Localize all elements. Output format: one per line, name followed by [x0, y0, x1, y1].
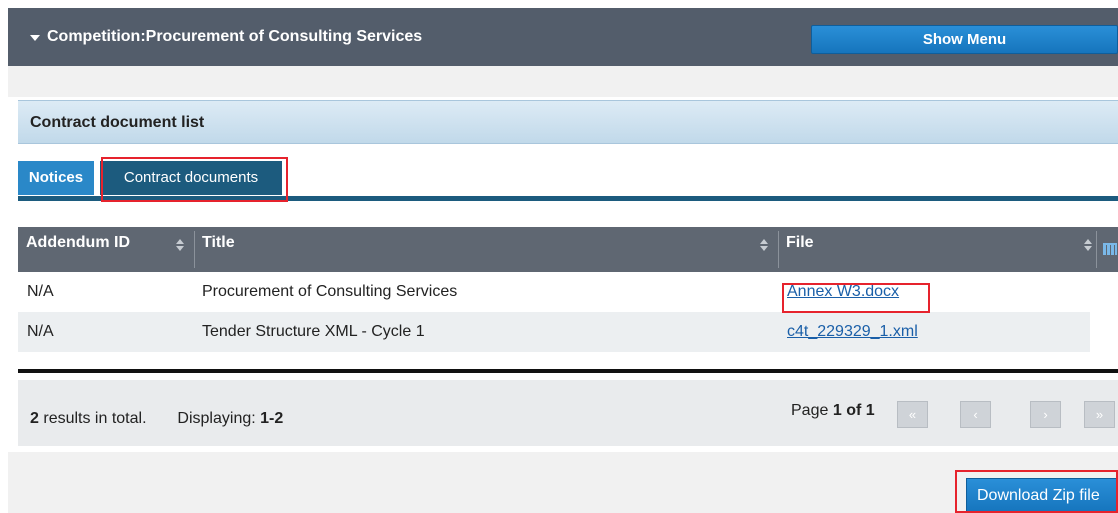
page-current: 1 [832, 402, 842, 419]
section-header: Contract document list [18, 100, 1118, 144]
page-label: Page [791, 402, 829, 419]
last-page-button[interactable]: » [1084, 401, 1115, 428]
column-header-label: File [786, 234, 814, 251]
table-footer-divider [18, 369, 1118, 373]
column-header-title[interactable]: Title [194, 227, 778, 272]
table-header: Addendum ID Title File [18, 227, 1118, 272]
results-summary: 2 results in total. Displaying: 1-2 [30, 410, 283, 428]
caret-down-icon [30, 35, 40, 41]
competition-title: Competition:Procurement of Consulting Se… [47, 28, 423, 45]
column-divider [1096, 231, 1097, 268]
displaying-label: Displaying: [177, 410, 256, 427]
sort-icon[interactable] [760, 239, 768, 251]
cell-addendum-id: N/A [27, 283, 54, 300]
displaying-range: 1-2 [260, 410, 284, 427]
column-header-addendum-id[interactable]: Addendum ID [18, 227, 194, 272]
show-menu-button[interactable]: Show Menu [811, 25, 1118, 54]
column-chooser-icon[interactable] [1103, 243, 1117, 255]
cell-title: Procurement of Consulting Services [202, 283, 458, 300]
file-link[interactable]: Annex W3.docx [787, 272, 899, 312]
cell-title: Tender Structure XML - Cycle 1 [202, 323, 425, 340]
first-page-button[interactable]: « [897, 401, 928, 428]
column-header-label: Title [202, 234, 235, 251]
page-total: 1 [865, 402, 875, 419]
table-row: N/A Procurement of Consulting Services A… [18, 272, 1090, 312]
tab-notices[interactable]: Notices [18, 161, 94, 195]
tab-underline [18, 196, 1118, 201]
column-header-file[interactable]: File [778, 227, 1096, 272]
cell-addendum-id: N/A [27, 323, 54, 340]
table-row-gutter [1090, 272, 1118, 352]
table-row: N/A Tender Structure XML - Cycle 1 c4t_2… [18, 312, 1090, 352]
column-header-label: Addendum ID [26, 234, 130, 251]
sort-icon[interactable] [176, 239, 184, 251]
results-count: 2 [30, 410, 39, 427]
sort-icon[interactable] [1084, 239, 1092, 251]
results-suffix: results in total. [43, 410, 147, 427]
file-link[interactable]: c4t_229329_1.xml [787, 312, 918, 352]
section-title: Contract document list [30, 114, 205, 131]
top-bar: Competition:Procurement of Consulting Se… [8, 8, 1118, 66]
page-of: of [846, 402, 862, 419]
tab-contract-documents[interactable]: Contract documents [100, 161, 282, 195]
prev-page-button[interactable]: ‹ [960, 401, 991, 428]
page-indicator: Page 1 of 1 [791, 402, 875, 420]
download-zip-button[interactable]: Download Zip file [966, 478, 1118, 513]
competition-toggle[interactable]: Competition:Procurement of Consulting Se… [30, 28, 422, 46]
next-page-button[interactable]: › [1030, 401, 1061, 428]
pager-bar: 2 results in total. Displaying: 1-2 Page… [18, 380, 1118, 446]
